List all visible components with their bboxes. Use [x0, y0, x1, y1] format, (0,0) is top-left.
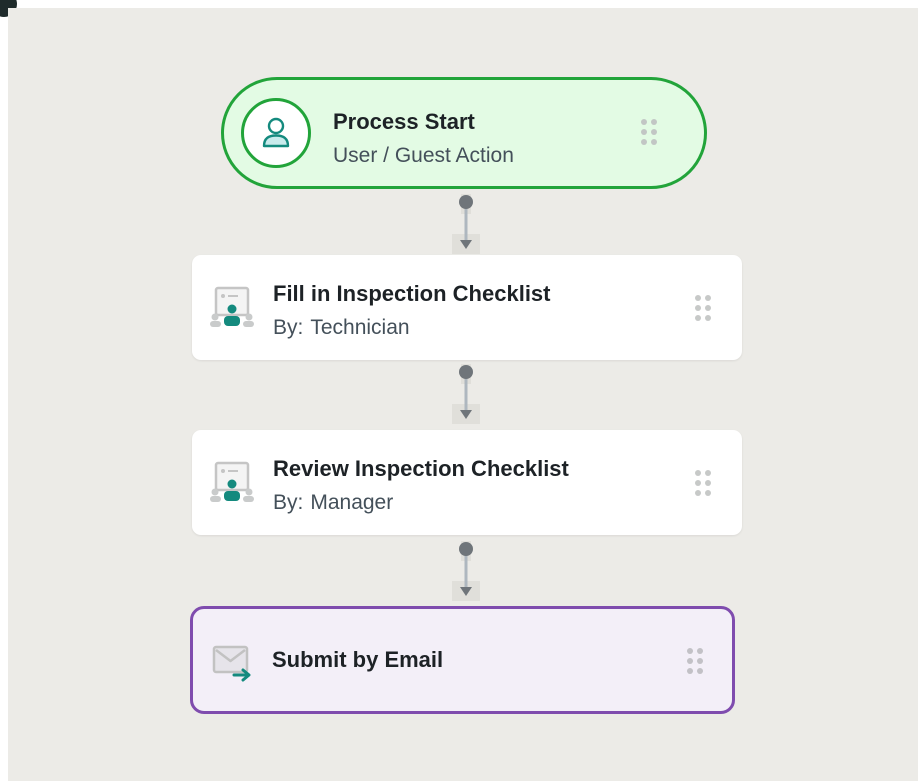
form-user-icon [210, 461, 254, 502]
flow-connector [452, 364, 480, 424]
start-title: Process Start [333, 109, 475, 134]
step-title: Fill in Inspection Checklist [273, 281, 551, 306]
start-avatar [241, 98, 311, 168]
step-assignee: By: Technician [273, 316, 410, 340]
email-send-icon [212, 645, 251, 682]
step-review-checklist-node[interactable]: Review Inspection Checklist By: Manager [192, 430, 742, 535]
process-start-node[interactable]: Process Start User / Guest Action [221, 77, 707, 189]
drag-handle-icon[interactable] [686, 646, 704, 676]
flow-connector [452, 194, 480, 254]
step-title: Review Inspection Checklist [273, 456, 569, 481]
drag-handle-icon[interactable] [694, 468, 712, 498]
by-label: By: [273, 316, 304, 339]
start-subtitle: User / Guest Action [333, 144, 514, 167]
step-fill-checklist-node[interactable]: Fill in Inspection Checklist By: Technici… [192, 255, 742, 360]
user-icon [262, 117, 290, 148]
step-assignee: By: Manager [273, 491, 393, 515]
drag-handle-icon[interactable] [640, 117, 658, 147]
submit-email-node[interactable]: Submit by Email [190, 606, 735, 714]
assignee-name: Manager [310, 491, 394, 514]
workflow-canvas: Process Start User / Guest Action Fill i… [8, 8, 918, 781]
flow-connector [452, 541, 480, 601]
by-label: By: [273, 491, 304, 514]
end-title: Submit by Email [272, 647, 444, 672]
assignee-name: Technician [310, 316, 410, 339]
drag-handle-icon[interactable] [694, 293, 712, 323]
form-user-icon [210, 286, 254, 327]
